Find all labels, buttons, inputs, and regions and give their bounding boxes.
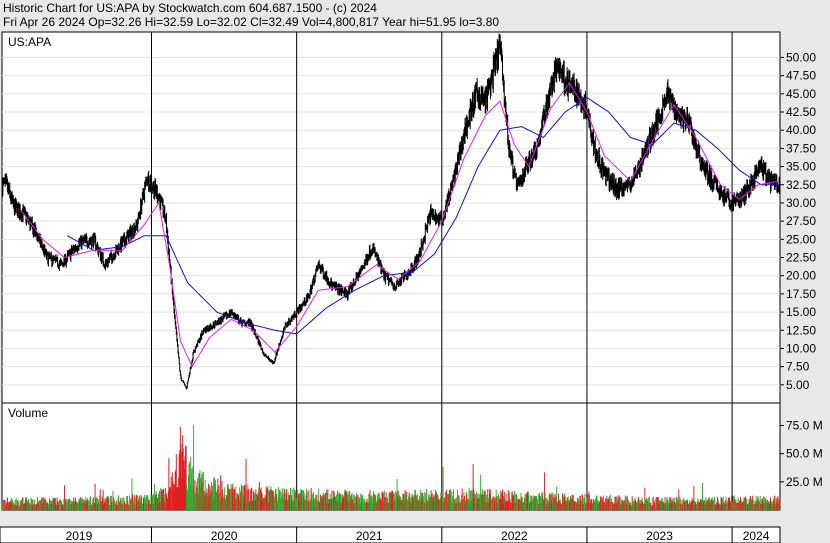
volume-panel-title: Volume [8,406,48,420]
price-panel [1,31,781,404]
price-axis-label: 40.00 [786,123,816,137]
price-axis-label: 37.50 [786,141,816,155]
price-axis-label: 45.00 [786,87,816,101]
x-axis-year-label: 2020 [211,529,238,543]
price-axis-label: 42.50 [786,105,816,119]
x-axis-year-label: 2019 [66,529,93,543]
x-axis-year-label: 2023 [646,529,673,543]
price-axis-label: 12.50 [786,323,816,337]
price-axis-label: 15.00 [786,305,816,319]
x-axis-year-label: 2024 [743,529,770,543]
price-axis-label: 10.00 [786,341,816,355]
price-axis-label: 32.50 [786,178,816,192]
volume-axis-label: 25.0 M [786,475,823,489]
x-axis-year-label: 2022 [501,529,528,543]
volume-axis-label: 50.0 M [786,447,823,461]
volume-axis-label: 75.0 M [786,419,823,433]
stock-chart: 5.00 7.50 10.00 12.50 15.00 17.50 20.00 22.50 25… [0,31,823,543]
price-axis-label: 50.00 [786,50,816,64]
price-axis-label: 5.00 [786,378,810,392]
price-axis-label: 27.50 [786,214,816,228]
price-axis-label: 20.00 [786,269,816,283]
price-axis-label: 17.50 [786,287,816,301]
price-axis-label: 7.50 [786,360,810,374]
price-axis-label: 30.00 [786,196,816,210]
price-axis-label: 35.00 [786,160,816,174]
price-axis-label: 47.50 [786,69,816,83]
price-axis-label: 22.50 [786,251,816,265]
x-axis-year-label: 2021 [356,529,383,543]
price-panel-title: US:APA [8,35,51,49]
price-axis-label: 25.00 [786,232,816,246]
